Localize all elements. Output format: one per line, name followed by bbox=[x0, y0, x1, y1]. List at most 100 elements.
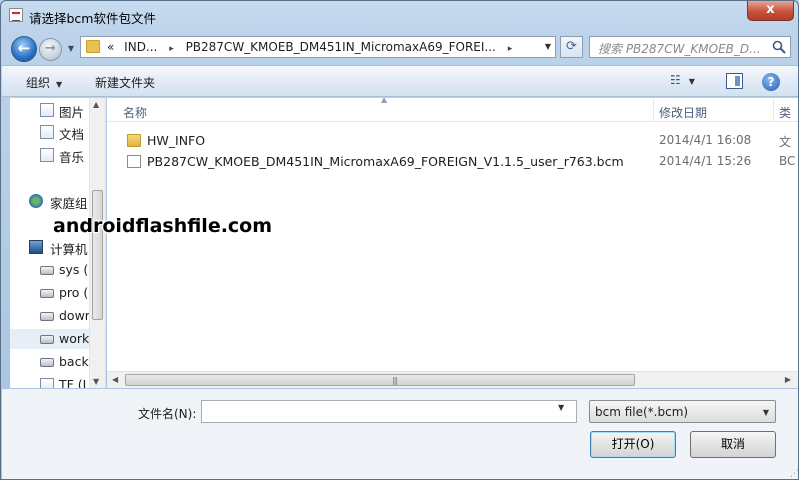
address-bar[interactable]: « IND... ▸ PB287CW_KMOEB_DM451IN_Microma… bbox=[80, 36, 556, 58]
column-header-row: ▲ 名称 修改日期 类 bbox=[107, 98, 798, 122]
scroll-left-icon[interactable]: ◀ bbox=[112, 375, 118, 384]
grip-icon: ||| bbox=[392, 376, 398, 385]
file-name: PB287CW_KMOEB_DM451IN_MicromaxA69_FOREIG… bbox=[147, 154, 624, 169]
sidebar-item-pictures[interactable]: 图片 bbox=[10, 100, 90, 120]
window-title: 请选择bcm软件包文件 bbox=[29, 11, 156, 26]
system-drive-icon bbox=[40, 266, 54, 275]
sidebar-item-label: dowr bbox=[59, 308, 90, 323]
file-open-dialog: 请选择bcm软件包文件 x ← → ▼ « IND... ▸ PB287CW_K… bbox=[0, 0, 799, 480]
file-date: 2014/4/1 16:08 bbox=[659, 133, 752, 147]
column-header-name[interactable]: 名称 bbox=[123, 104, 147, 121]
drive-icon bbox=[40, 335, 54, 344]
drive-icon bbox=[40, 312, 54, 321]
dialog-footer: 文件名(N): ▼ bcm file(*.bcm) ▼ 打开(O) 取消 ⋰ bbox=[2, 389, 798, 479]
title-bar: 请选择bcm软件包文件 x bbox=[1, 1, 798, 31]
recent-locations-chevron-icon[interactable]: ▼ bbox=[65, 43, 77, 55]
command-toolbar: 组织 ▼ 新建文件夹 ☷ ▼ ? bbox=[2, 65, 798, 97]
breadcrumb-item-ind[interactable]: IND... bbox=[124, 40, 157, 54]
filename-label: 文件名(N): bbox=[138, 407, 197, 421]
scrollbar-thumb[interactable] bbox=[92, 190, 103, 320]
sidebar-item-label: work bbox=[59, 331, 90, 346]
sort-ascending-icon: ▲ bbox=[381, 98, 388, 104]
sidebar-item-label: 图片 bbox=[59, 105, 85, 120]
address-dropdown-chevron-icon[interactable]: ▼ bbox=[539, 37, 557, 57]
file-type: 文 bbox=[779, 135, 792, 149]
sidebar-item-label: TF (I bbox=[59, 377, 87, 388]
sidebar-item-download[interactable]: dowr bbox=[10, 306, 90, 326]
file-date: 2014/4/1 15:26 bbox=[659, 154, 752, 168]
sidebar-item-documents[interactable]: 文档 bbox=[10, 122, 90, 142]
open-button[interactable]: 打开(O) bbox=[590, 431, 676, 458]
refresh-button[interactable]: ⟳ bbox=[560, 36, 583, 58]
search-icon[interactable] bbox=[772, 40, 786, 54]
file-type-filter-select[interactable]: bcm file(*.bcm) ▼ bbox=[589, 400, 776, 423]
breadcrumb: « IND... ▸ PB287CW_KMOEB_DM451IN_Microma… bbox=[107, 40, 520, 54]
breadcrumb-separator-icon[interactable]: ▸ bbox=[508, 44, 513, 54]
scroll-down-icon[interactable]: ▼ bbox=[93, 377, 99, 386]
folder-icon bbox=[127, 134, 141, 147]
chevron-down-icon: ▼ bbox=[688, 77, 695, 86]
app-icon bbox=[9, 8, 23, 22]
scrollbar-thumb[interactable]: ||| bbox=[125, 374, 635, 386]
sidebar-item-label: sys ( bbox=[59, 262, 89, 277]
table-row[interactable]: HW_INFO 2014/4/1 16:08 文 bbox=[107, 131, 798, 151]
scroll-right-icon[interactable]: ▶ bbox=[785, 375, 791, 384]
file-list: ▲ 名称 修改日期 类 HW_INFO 2014/4/1 16:08 文 PB2… bbox=[107, 98, 798, 388]
filename-input[interactable] bbox=[201, 400, 577, 423]
table-row[interactable]: PB287CW_KMOEB_DM451IN_MicromaxA69_FOREIG… bbox=[107, 152, 798, 172]
sidebar-item-label: 音乐 bbox=[59, 150, 85, 165]
search-placeholder: 搜索 PB287CW_KMOEB_D... bbox=[598, 42, 761, 56]
sidebar-item-label: 计算机 bbox=[50, 242, 88, 257]
column-divider[interactable] bbox=[653, 98, 654, 122]
column-header-type[interactable]: 类 bbox=[779, 104, 791, 121]
file-name: HW_INFO bbox=[147, 133, 206, 148]
navigation-pane-scrollbar[interactable]: ▲ ▼ bbox=[89, 98, 105, 388]
file-list-horizontal-scrollbar[interactable]: ◀ ||| ▶ bbox=[107, 371, 798, 388]
resize-grip-icon[interactable]: ⋰ bbox=[790, 469, 798, 479]
sidebar-item-homegroup[interactable]: 家庭组 bbox=[10, 191, 90, 211]
file-type-filter-value: bcm file(*.bcm) bbox=[595, 405, 689, 419]
sidebar-item-pro[interactable]: pro ( bbox=[10, 283, 90, 303]
preview-pane-icon[interactable] bbox=[726, 73, 743, 89]
drive-icon bbox=[40, 358, 54, 367]
change-view-button[interactable]: ☷ ▼ bbox=[670, 73, 710, 91]
forward-button[interactable]: → bbox=[39, 38, 62, 61]
view-list-icon: ☷ bbox=[670, 73, 681, 87]
cancel-button[interactable]: 取消 bbox=[690, 431, 776, 458]
sidebar-item-sys[interactable]: sys ( bbox=[10, 260, 90, 280]
column-divider[interactable] bbox=[773, 98, 774, 122]
organize-button[interactable]: 组织 ▼ bbox=[26, 74, 62, 91]
chevron-down-icon: ▼ bbox=[762, 408, 769, 417]
file-icon bbox=[127, 155, 141, 168]
search-input[interactable]: 搜索 PB287CW_KMOEB_D... bbox=[589, 36, 791, 58]
sidebar-item-label: pro ( bbox=[59, 285, 89, 300]
sidebar-item-music[interactable]: 音乐 bbox=[10, 145, 90, 165]
file-type: BC bbox=[779, 154, 796, 168]
removable-drive-icon bbox=[40, 378, 54, 388]
refresh-icon: ⟳ bbox=[566, 39, 577, 54]
breadcrumb-item-current[interactable]: PB287CW_KMOEB_DM451IN_MicromaxA69_FOREI.… bbox=[186, 40, 496, 54]
computer-icon bbox=[29, 240, 43, 254]
watermark: androidflashfile.com bbox=[53, 215, 273, 237]
back-button[interactable]: ← bbox=[11, 36, 37, 62]
sidebar-item-label: 文档 bbox=[59, 127, 85, 142]
new-folder-button[interactable]: 新建文件夹 bbox=[95, 74, 155, 91]
documents-icon bbox=[40, 125, 54, 139]
column-header-date[interactable]: 修改日期 bbox=[659, 104, 707, 121]
chevron-down-icon: ▼ bbox=[56, 80, 63, 89]
sidebar-item-work[interactable]: work bbox=[10, 329, 90, 349]
folder-icon bbox=[86, 40, 100, 53]
drive-icon bbox=[40, 289, 54, 298]
sidebar-item-backup[interactable]: back bbox=[10, 352, 90, 372]
sidebar-item-label: back bbox=[59, 354, 89, 369]
scroll-up-icon[interactable]: ▲ bbox=[93, 100, 99, 109]
close-button[interactable]: x bbox=[747, 1, 794, 21]
sidebar-item-label: 家庭组 bbox=[50, 196, 88, 211]
breadcrumb-separator-icon[interactable]: ▸ bbox=[169, 44, 174, 54]
sidebar-item-computer[interactable]: 计算机 bbox=[10, 237, 90, 257]
filename-dropdown-chevron-icon[interactable]: ▼ bbox=[558, 403, 564, 412]
breadcrumb-overflow[interactable]: « bbox=[107, 40, 114, 54]
sidebar-item-tf[interactable]: TF (I bbox=[10, 375, 90, 388]
music-icon bbox=[40, 148, 54, 162]
help-icon[interactable]: ? bbox=[762, 73, 780, 91]
